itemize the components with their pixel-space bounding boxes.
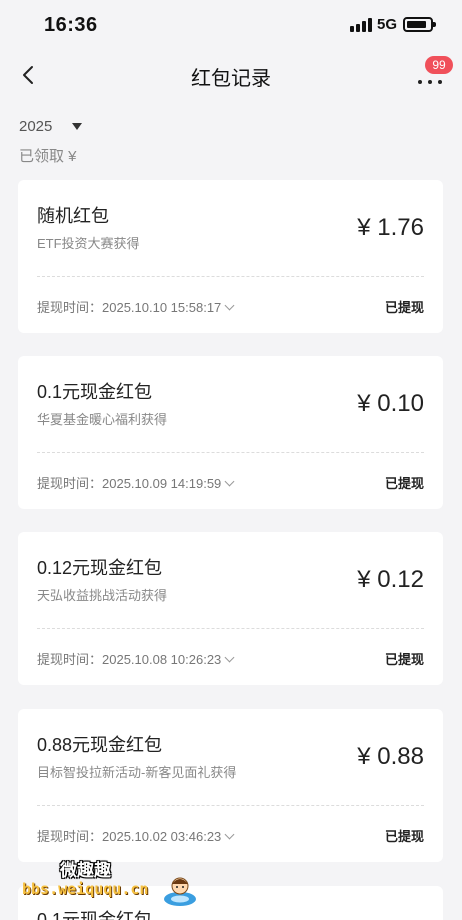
notification-badge: 99 [425, 56, 453, 74]
divider [37, 452, 424, 453]
record-card[interactable]: 0.1元现金红包 华夏基金暖心福利获得 ¥ 0.10 提现时间：2025.10.… [18, 356, 443, 509]
record-amount: ¥ 0.10 [357, 390, 424, 417]
watermark: 微趣趣 bbs.weiququ.cn [22, 856, 202, 908]
withdraw-time-label: 提现时间：2025.10.10 15:58:17 [37, 300, 222, 315]
withdraw-time-label: 提现时间：2025.10.08 10:26:23 [37, 652, 222, 667]
record-card[interactable]: 0.88元现金红包 目标智投拉新活动-新客见面礼获得 ¥ 0.88 提现时间：2… [18, 709, 443, 862]
chevron-down-icon [224, 300, 235, 311]
chevron-down-icon [224, 652, 235, 663]
record-amount: ¥ 0.12 [357, 566, 424, 593]
withdraw-time[interactable]: 提现时间：2025.10.10 15:58:17 [37, 297, 235, 316]
record-title: 0.88元现金红包 [37, 735, 163, 755]
record-source: 天弘收益挑战活动获得 [37, 588, 168, 603]
network-label: 5G [377, 16, 398, 33]
record-card[interactable]: 0.12元现金红包 天弘收益挑战活动获得 ¥ 0.12 提现时间：2025.10… [18, 532, 443, 685]
record-title: 0.1元现金红包 [37, 382, 153, 402]
record-title: 0.12元现金红包 [37, 558, 163, 578]
withdraw-time[interactable]: 提现时间：2025.10.02 03:46:23 [37, 826, 235, 845]
chevron-down-icon [224, 829, 235, 840]
divider [37, 628, 424, 629]
divider [37, 805, 424, 806]
record-source: 目标智投拉新活动-新客见面礼获得 [37, 765, 237, 780]
record-amount: ¥ 1.76 [357, 214, 424, 241]
mascot-icon [162, 872, 198, 908]
record-amount: ¥ 0.88 [357, 743, 424, 770]
nav-bar: 红包记录 [0, 52, 462, 98]
withdraw-time-label: 提现时间：2025.10.09 14:19:59 [37, 476, 222, 491]
record-title: 随机红包 [37, 206, 109, 226]
watermark-name: 微趣趣 [60, 861, 111, 880]
withdraw-time[interactable]: 提现时间：2025.10.09 14:19:59 [37, 473, 235, 492]
year-dropdown[interactable]: 2025 [19, 118, 82, 138]
watermark-url: bbs.weiququ.cn [22, 880, 149, 898]
status-bar: 16:36 5G [0, 0, 462, 50]
divider [37, 276, 424, 277]
status-time: 16:36 [44, 14, 98, 36]
record-source: ETF投资大赛获得 [37, 236, 140, 251]
status-label: 已提现 [384, 300, 424, 315]
page-title: 红包记录 [191, 68, 271, 90]
battery-icon [403, 17, 436, 32]
status-label: 已提现 [384, 652, 424, 667]
record-source: 华夏基金暖心福利获得 [37, 412, 168, 427]
dropdown-arrow-icon [72, 123, 82, 130]
signal-icon [350, 18, 372, 32]
status-label: 已提现 [384, 476, 424, 491]
chevron-down-icon [224, 476, 235, 487]
withdraw-time-label: 提现时间：2025.10.02 03:46:23 [37, 829, 222, 844]
withdraw-time[interactable]: 提现时间：2025.10.08 10:26:23 [37, 649, 235, 668]
record-title: 0.1元现金红包 [37, 910, 153, 920]
status-label: 已提现 [384, 829, 424, 844]
record-card[interactable]: 随机红包 ETF投资大赛获得 ¥ 1.76 提现时间：2025.10.10 15… [18, 180, 443, 333]
year-label: 2025 [19, 118, 53, 135]
received-total: 已领取 ¥ [19, 148, 77, 165]
